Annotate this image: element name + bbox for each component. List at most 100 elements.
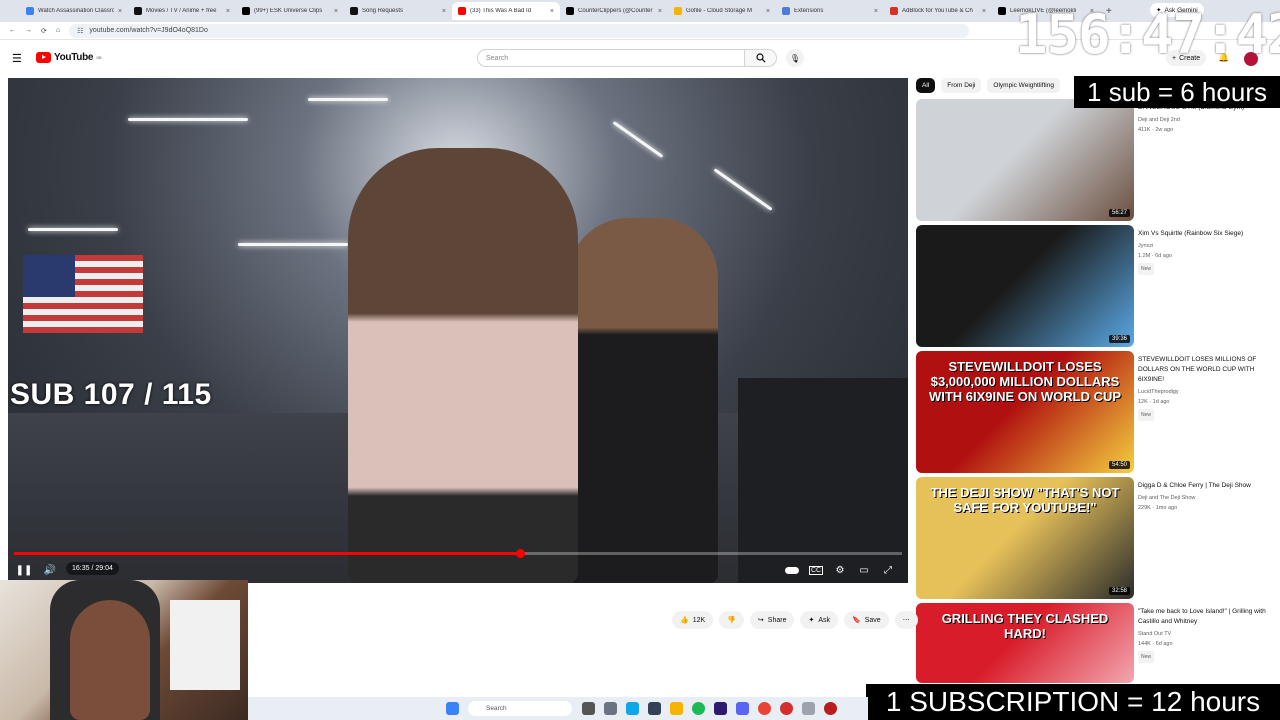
video-title[interactable]: STEVEWILLDOIT LOSES MILLIONS OF DOLLARS …	[1138, 356, 1256, 383]
tab-favicon-icon	[26, 7, 34, 15]
save-button[interactable]: 🔖 Save	[844, 611, 889, 629]
forward-icon[interactable]: →	[25, 27, 32, 34]
taskbar-search[interactable]: Search	[468, 701, 572, 716]
browser-tab[interactable]: Gofile - Cloud Storage M ×	[668, 2, 776, 20]
channel-name[interactable]: Deji and Deji 2nd	[1138, 115, 1274, 125]
settings-app-icon[interactable]	[604, 702, 617, 715]
fullscreen-button[interactable]: ⤢	[878, 560, 898, 580]
video-frame	[8, 78, 908, 583]
filter-chip[interactable]: All	[916, 78, 936, 93]
edge-icon[interactable]	[626, 702, 639, 715]
youtube-play-icon	[36, 52, 51, 63]
voice-search-button[interactable]: 🎙	[786, 49, 804, 67]
search-button[interactable]	[745, 49, 777, 67]
recommended-video[interactable]: STEVEWILLDOIT LOSES $3,000,000 MILLION D…	[916, 351, 1276, 473]
chrome-icon[interactable]	[758, 702, 771, 715]
video-title[interactable]: Xim Vs Squirtle (Rainbow Six Siege)	[1138, 230, 1243, 237]
dislike-button[interactable]: 👎	[719, 611, 744, 629]
autoplay-toggle[interactable]	[782, 560, 802, 580]
close-tab-icon[interactable]: ×	[550, 8, 554, 15]
close-tab-icon[interactable]: ×	[658, 8, 662, 15]
youtube-logo[interactable]: YouTube GB	[36, 52, 102, 63]
recommended-video[interactable]: GRILLING THEY CLASHED HARD! "Take me back…	[916, 603, 1276, 683]
tab-title: AdBlock for YouTube & Ch	[902, 8, 973, 14]
close-tab-icon[interactable]: ×	[766, 8, 770, 15]
duration-badge: 54:50	[1108, 461, 1130, 469]
miniplayer-icon: ▭	[859, 564, 869, 576]
recommended-video[interactable]: 39:36 Xim Vs Squirtle (Rainbow Six Siege)…	[916, 225, 1276, 347]
filter-chip[interactable]: Olympic Weightlifting	[987, 78, 1060, 93]
channel-name[interactable]: LucidTheprodigy	[1138, 387, 1274, 397]
store-icon[interactable]	[648, 702, 661, 715]
channel-name[interactable]: Jynxzi	[1138, 241, 1274, 251]
obs-icon[interactable]	[780, 702, 793, 715]
sub-rate-banner: 1 sub = 6 hours	[1074, 76, 1280, 108]
logo-text: YouTube	[54, 52, 94, 63]
video-title[interactable]: Digga D & Chloe Ferry | The Deji Show	[1138, 482, 1251, 489]
share-button[interactable]: ↪ Share	[749, 611, 795, 629]
close-tab-icon[interactable]: ×	[874, 8, 878, 15]
close-tab-icon[interactable]: ×	[118, 8, 122, 15]
tab-title: Song Requests	[362, 8, 404, 14]
discord-icon[interactable]	[736, 702, 749, 715]
ask-label: Ask	[818, 616, 831, 624]
close-tab-icon[interactable]: ×	[226, 8, 230, 15]
spotify-icon[interactable]	[692, 702, 705, 715]
browser-tab[interactable]: Extensions ×	[776, 2, 884, 20]
premiere-icon[interactable]	[714, 702, 727, 715]
browser-tab[interactable]: AdBlock for YouTube & Ch ×	[884, 2, 992, 20]
close-tab-icon[interactable]: ×	[442, 8, 446, 15]
video-thumbnail[interactable]: THE DEJI SHOW "THAT'S NOT SAFE FOR YOUTU…	[916, 477, 1134, 599]
video-title[interactable]: "Take me back to Love Island!" | Grillin…	[1138, 608, 1266, 625]
task-view-icon[interactable]	[582, 702, 595, 715]
video-thumbnail[interactable]: 39:36	[916, 225, 1134, 347]
browser-tab[interactable]: (99+) ESK Universe Clips ×	[236, 2, 344, 20]
progress-bar[interactable]	[14, 549, 902, 558]
close-tab-icon[interactable]: ×	[334, 8, 338, 15]
search-input[interactable]: Search	[477, 49, 745, 67]
filter-chips: All From Deji Olympic Weightlifting	[916, 78, 1060, 93]
browser-tab[interactable]: Song Requests ×	[344, 2, 452, 20]
browser-tab[interactable]: CounterClippers (@Counter ×	[560, 2, 668, 20]
channel-name[interactable]: Deji and The Deji Show	[1138, 493, 1274, 503]
time-display: 16:35 / 29:04	[66, 562, 119, 575]
new-badge: New	[1138, 651, 1155, 663]
url-field[interactable]: ☷ youtube.com/watch?v=J9dO4oQ81Do	[69, 23, 970, 38]
browser-tab[interactable]: Movies / TV / Anime + free ×	[128, 2, 236, 20]
channel-name[interactable]: Stand Out TV	[1138, 629, 1274, 639]
start-icon[interactable]	[446, 702, 459, 715]
ask-button[interactable]: ✦ Ask	[800, 611, 839, 629]
miniplayer-button[interactable]: ▭	[854, 560, 874, 580]
mute-button[interactable]: 🔊	[40, 560, 60, 580]
menu-icon[interactable]: ☰	[12, 52, 22, 65]
video-meta: 411K · 2w ago	[1138, 127, 1174, 133]
video-player[interactable]: SUB 107 / 115 ❚❚ 🔊 16:35 / 29:04 CC ⚙ ▭ …	[8, 78, 908, 583]
reload-icon[interactable]: ⟳	[41, 27, 47, 35]
bookmark-icon: 🔖	[852, 617, 861, 624]
video-thumbnail[interactable]: GRILLING THEY CLASHED HARD!	[916, 603, 1134, 683]
more-actions-button[interactable]: ⋯	[894, 611, 918, 629]
home-icon[interactable]: ⌂	[56, 27, 60, 34]
like-button[interactable]: 👍 12K	[672, 611, 714, 629]
video-thumbnail[interactable]: STEVEWILLDOIT LOSES $3,000,000 MILLION D…	[916, 351, 1134, 473]
captions-button[interactable]: CC	[806, 560, 826, 580]
close-tab-icon[interactable]: ×	[982, 8, 986, 15]
like-count: 12K	[692, 616, 706, 624]
app-icon[interactable]	[802, 702, 815, 715]
record-icon[interactable]	[824, 702, 837, 715]
subathon-timer: 156:47:42	[1015, 3, 1280, 66]
browser-tab[interactable]: (33) This Was A Bad Id ×	[452, 2, 560, 20]
browser-tab[interactable]: Watch Assassination Classroom ×	[20, 2, 128, 20]
recommended-video[interactable]: THE DEJI SHOW "THAT'S NOT SAFE FOR YOUTU…	[916, 477, 1276, 599]
settings-button[interactable]: ⚙	[830, 560, 850, 580]
thumbnail-text: STEVEWILLDOIT LOSES $3,000,000 MILLION D…	[928, 359, 1122, 404]
video-thumbnail[interactable]: 56:27	[916, 99, 1134, 221]
filter-chip[interactable]: From Deji	[941, 78, 982, 93]
pause-button[interactable]: ❚❚	[14, 560, 34, 580]
site-info-icon[interactable]: ☷	[77, 27, 83, 35]
back-icon[interactable]: ←	[9, 27, 16, 34]
recommended-video[interactable]: 56:27DANGEROUS GYM (Diamond Gym)Deji and…	[916, 99, 1276, 221]
duration-badge: 32:58	[1108, 587, 1130, 595]
file-explorer-icon[interactable]	[670, 702, 683, 715]
thumbs-down-icon: 👎	[727, 617, 736, 624]
